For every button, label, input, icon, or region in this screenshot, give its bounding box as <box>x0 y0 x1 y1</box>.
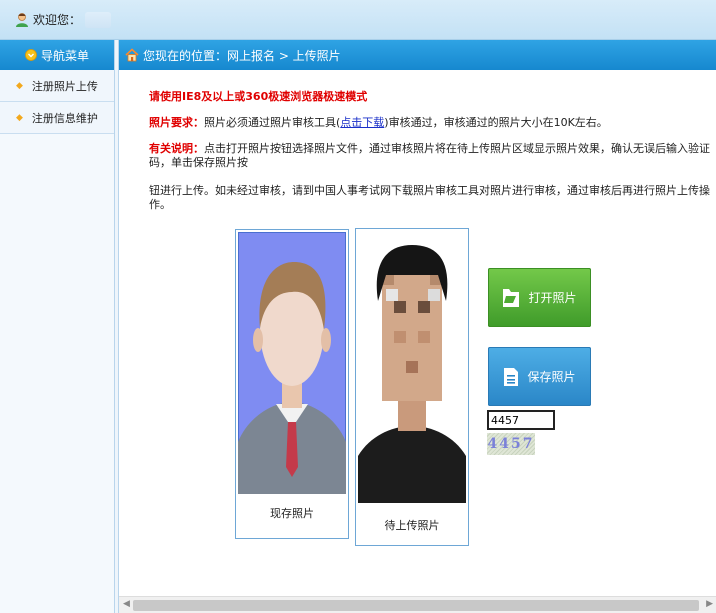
user-icon <box>16 12 28 27</box>
sidebar: 导航菜单 ◆ 注册照片上传 ◆ 注册信息维护 <box>0 40 115 613</box>
save-photo-label: 保存照片 <box>527 370 576 384</box>
bullet-icon: ◆ <box>16 80 23 91</box>
captcha-input[interactable] <box>487 410 555 430</box>
nav-menu-icon <box>25 49 37 61</box>
folder-open-icon <box>503 288 520 307</box>
breadcrumb-text: 您现在的位置：网上报名 > 上传照片 <box>143 48 341 63</box>
notice-area: 请使用IE8及以上或360极速浏览器极速模式 照片要求：照片必须通过照片审核工具… <box>119 70 716 212</box>
scrollbar-thumb[interactable] <box>133 600 699 611</box>
sidebar-item-photo-upload[interactable]: ◆ 注册照片上传 <box>0 70 114 102</box>
current-photo-frame: 现存照片 <box>235 229 349 539</box>
open-photo-label: 打开照片 <box>528 291 577 305</box>
top-bar: 欢迎您： <box>0 0 716 40</box>
main-panel: 您现在的位置：网上报名 > 上传照片 请使用IE8及以上或360极速浏览器极速模… <box>118 40 716 613</box>
breadcrumb: 您现在的位置：网上报名 > 上传照片 <box>119 40 716 70</box>
upload-photo-frame: 待上传照片 <box>355 228 469 546</box>
scroll-right-icon[interactable]: ▶ <box>706 599 713 609</box>
nav-menu-header: 导航菜单 <box>0 40 114 70</box>
browser-notice: 请使用IE8及以上或360极速浏览器极速模式 <box>149 90 368 103</box>
nav-menu-title: 导航菜单 <box>40 48 89 63</box>
document-save-icon <box>504 367 519 386</box>
open-photo-button[interactable]: 打开照片 <box>488 268 591 327</box>
download-link[interactable]: 点击下载 <box>340 116 384 129</box>
sidebar-item-info-maintain[interactable]: ◆ 注册信息维护 <box>0 102 114 134</box>
save-photo-button[interactable]: 保存照片 <box>488 347 591 406</box>
horizontal-scrollbar[interactable]: ◀ ▶ <box>119 596 716 613</box>
sidebar-item-label: 注册照片上传 <box>31 79 98 93</box>
sidebar-item-label: 注册信息维护 <box>31 111 98 125</box>
username-placeholder <box>85 11 112 28</box>
current-photo-label: 现存照片 <box>270 507 314 520</box>
placeholder-avatar-image <box>238 232 346 494</box>
upload-photo-label: 待上传照片 <box>384 519 440 532</box>
home-icon <box>125 48 139 62</box>
instructions: 有关说明：点击打开照片按钮选择照片文件，通过审核照片将在待上传照片区域显示照片效… <box>149 142 710 169</box>
bullet-icon: ◆ <box>16 112 23 123</box>
photo-requirement: 照片要求：照片必须通过照片审核工具(点击下载)审核通过，审核通过的照片大小在10… <box>149 116 608 129</box>
instructions-cont: 钮进行上传。如未经过审核，请到中国人事考试网下载照片审核工具对照片进行审核，通过… <box>149 184 710 211</box>
welcome-text: 欢迎您： <box>33 13 82 27</box>
scroll-left-icon[interactable]: ◀ <box>123 599 130 609</box>
captcha-image[interactable]: 4457 <box>487 433 535 455</box>
upload-photo-image <box>358 231 466 503</box>
